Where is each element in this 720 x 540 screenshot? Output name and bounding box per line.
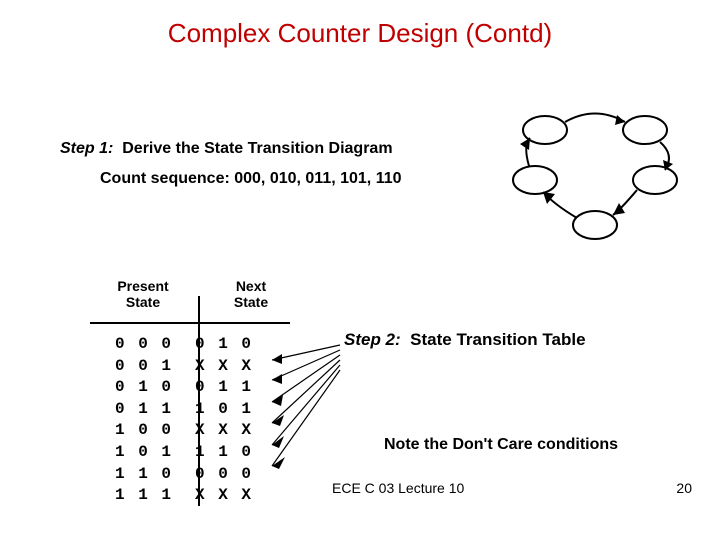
next-state-cell: 0 1 0 <box>195 334 275 356</box>
table-header-present: PresentState <box>103 278 183 310</box>
table-row: 0 0 1X X X <box>115 356 275 378</box>
count-sequence: Count sequence: 000, 010, 011, 101, 110 <box>100 170 402 188</box>
present-state-cell: 1 0 1 <box>115 442 195 464</box>
state-table-body: 0 0 00 1 00 0 1X X X0 1 00 1 10 1 11 0 1… <box>115 334 275 507</box>
state-diagram <box>505 100 685 250</box>
footer-page-number: 20 <box>676 480 692 496</box>
present-state-cell: 0 0 1 <box>115 356 195 378</box>
next-state-cell: X X X <box>195 356 275 378</box>
next-state-cell: X X X <box>195 420 275 442</box>
next-state-cell: X X X <box>195 485 275 507</box>
table-row: 0 0 00 1 0 <box>115 334 275 356</box>
next-state-cell: 1 0 1 <box>195 399 275 421</box>
next-state-cell: 1 1 0 <box>195 442 275 464</box>
table-row: 1 0 0X X X <box>115 420 275 442</box>
next-state-cell: 0 0 0 <box>195 464 275 486</box>
table-row: 1 0 11 1 0 <box>115 442 275 464</box>
table-row: 1 1 00 0 0 <box>115 464 275 486</box>
step1-text: Derive the State Transition Diagram <box>122 140 392 157</box>
next-state-cell: 0 1 1 <box>195 377 275 399</box>
table-divider-horizontal <box>90 322 290 324</box>
table-header-next: NextState <box>216 278 286 310</box>
table-row: 0 1 00 1 1 <box>115 377 275 399</box>
slide-title: Complex Counter Design (Contd) <box>0 0 720 49</box>
present-state-cell: 0 1 0 <box>115 377 195 399</box>
present-state-cell: 1 1 1 <box>115 485 195 507</box>
footer-lecture: ECE C 03 Lecture 10 <box>332 480 464 496</box>
table-row: 0 1 11 0 1 <box>115 399 275 421</box>
present-state-cell: 1 0 0 <box>115 420 195 442</box>
step2-label: Step 2: <box>344 330 401 349</box>
present-state-cell: 0 0 0 <box>115 334 195 356</box>
present-state-cell: 0 1 1 <box>115 399 195 421</box>
step2-text: State Transition Table <box>410 330 585 349</box>
annotation-arrows <box>0 0 720 540</box>
table-row: 1 1 1X X X <box>115 485 275 507</box>
step1-line: Step 1: Derive the State Transition Diag… <box>60 140 393 158</box>
dont-care-note: Note the Don't Care conditions <box>384 436 618 454</box>
present-state-cell: 1 1 0 <box>115 464 195 486</box>
step2-line: Step 2: State Transition Table <box>344 330 586 350</box>
step1-label: Step 1: <box>60 140 113 157</box>
